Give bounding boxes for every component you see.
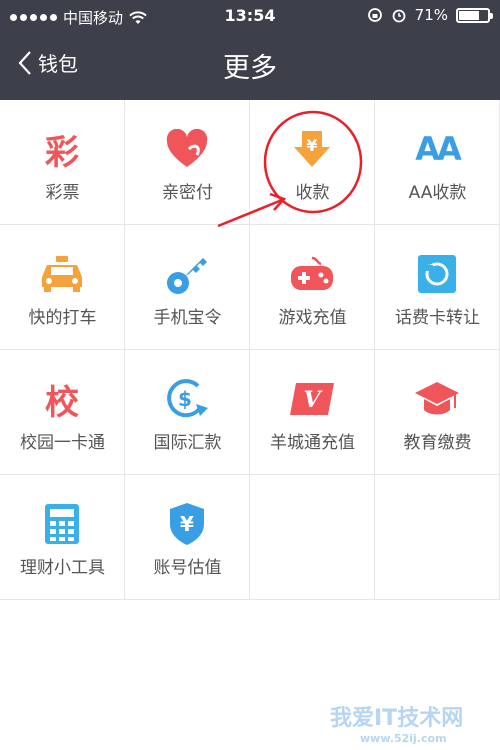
tile-game-topup[interactable]: 游戏充值 xyxy=(250,225,375,350)
aa-collect-icon: AA xyxy=(415,130,461,168)
status-bar: 中国移动 13:54 71% xyxy=(0,0,500,32)
tile-account-valuation[interactable]: ¥ 账号估值 xyxy=(125,475,250,600)
tile-mobile-token[interactable]: 手机宝令 xyxy=(125,225,250,350)
empty-cell xyxy=(250,475,375,600)
tile-receive-money[interactable]: ¥ 收款 xyxy=(250,100,375,225)
calculator-icon xyxy=(37,499,87,549)
tile-lottery[interactable]: 彩 彩票 xyxy=(0,100,125,225)
shield-yen-icon: ¥ xyxy=(162,499,212,549)
phone-card-icon xyxy=(412,249,462,299)
tile-label: 游戏充值 xyxy=(278,308,347,328)
top-bar: 中国移动 13:54 71% 钱包 更多 xyxy=(0,0,500,100)
svg-text:¥: ¥ xyxy=(306,136,317,155)
taxi-icon xyxy=(37,249,87,299)
tile-label: 彩票 xyxy=(45,183,80,203)
page-title: 更多 xyxy=(223,53,277,84)
tile-education-fee[interactable]: 教育缴费 xyxy=(375,350,500,475)
tile-label: 理财小工具 xyxy=(20,558,105,578)
gamepad-icon xyxy=(287,249,337,299)
international-remit-icon: $ xyxy=(162,374,212,424)
svg-text:¥: ¥ xyxy=(180,512,194,536)
tile-label: AA收款 xyxy=(408,183,467,203)
tile-label: 羊城通充值 xyxy=(270,433,355,453)
yct-card-icon: V xyxy=(287,374,337,424)
empty-cell xyxy=(375,475,500,600)
tile-label: 手机宝令 xyxy=(153,308,222,328)
campus-card-icon: 校 xyxy=(45,382,79,423)
receive-money-icon: ¥ xyxy=(287,124,337,174)
tile-label: 亲密付 xyxy=(162,183,213,203)
tile-taxi[interactable]: 快的打车 xyxy=(0,225,125,350)
graduation-cap-icon xyxy=(412,374,462,424)
tile-label: 收款 xyxy=(295,183,330,203)
lottery-icon: 彩 xyxy=(45,132,79,173)
battery-icon xyxy=(456,7,493,23)
svg-text:V: V xyxy=(303,387,322,413)
tile-label: 话费卡转让 xyxy=(395,308,480,328)
tile-phone-card-transfer[interactable]: 话费卡转让 xyxy=(375,225,500,350)
battery-percent: 71% xyxy=(414,6,448,24)
tile-international-remit[interactable]: $ 国际汇款 xyxy=(125,350,250,475)
watermark: 我爱IT技术网 www.52ij.com xyxy=(330,706,464,745)
tile-yct-topup[interactable]: V 羊城通充值 xyxy=(250,350,375,475)
nav-bar: 钱包 更多 xyxy=(0,32,500,100)
tile-label: 账号估值 xyxy=(153,558,222,578)
tile-campus-card[interactable]: 校 校园一卡通 xyxy=(0,350,125,475)
tile-label: 校园一卡通 xyxy=(20,433,105,453)
tile-intimate-pay[interactable]: 亲密付 xyxy=(125,100,250,225)
tile-finance-tools[interactable]: 理财小工具 xyxy=(0,475,125,600)
tile-label: 快的打车 xyxy=(28,308,97,328)
tile-label: 教育缴费 xyxy=(403,433,472,453)
tile-label: 国际汇款 xyxy=(153,433,222,453)
rotation-lock-icon xyxy=(367,8,382,22)
alarm-icon xyxy=(392,9,406,23)
heart-pay-icon xyxy=(162,124,212,174)
svg-text:$: $ xyxy=(178,387,192,411)
key-icon xyxy=(162,249,212,299)
tile-aa-collect[interactable]: AA AA收款 xyxy=(375,100,500,225)
